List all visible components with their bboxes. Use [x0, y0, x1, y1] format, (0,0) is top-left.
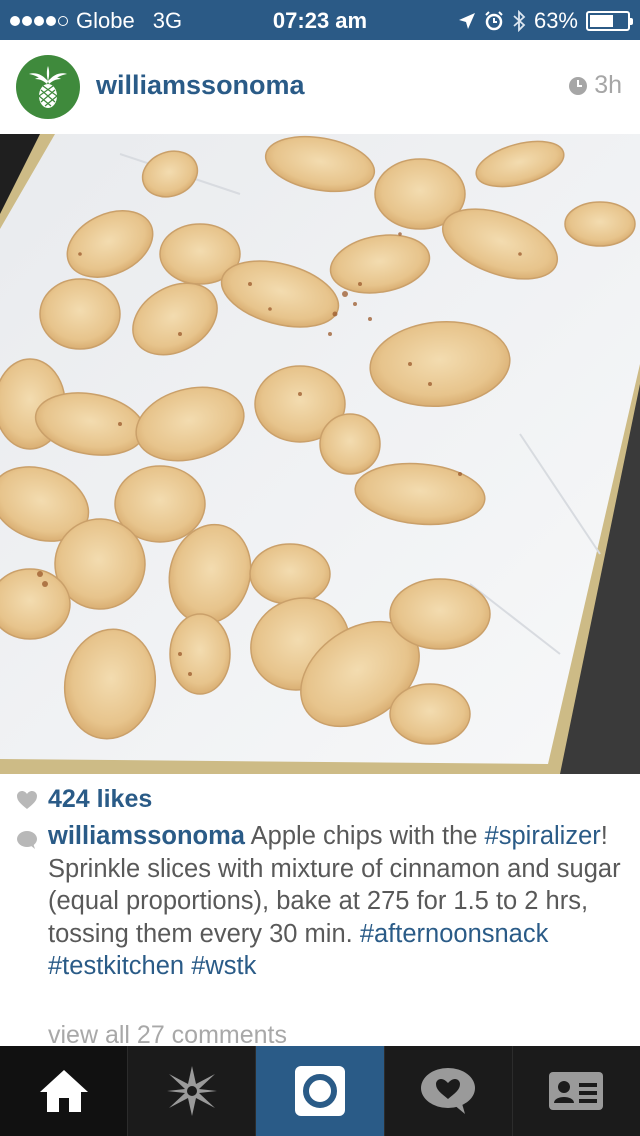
comment-bubble-icon	[17, 831, 37, 849]
tab-profile[interactable]	[513, 1046, 640, 1136]
clock-icon	[569, 76, 588, 95]
post-header: williamssonoma 3h	[0, 40, 640, 134]
time-ago-label: 3h	[594, 71, 622, 99]
profile-icon	[549, 1072, 604, 1110]
apple-chips-photo	[0, 134, 640, 774]
home-icon	[39, 1070, 88, 1112]
hashtag-testkitchen[interactable]: #testkitchen	[48, 952, 184, 980]
hashtag-spiralizer[interactable]: #spiralizer	[485, 822, 601, 850]
likes-count[interactable]: 424 likes	[48, 785, 152, 814]
caption-text-1: Apple chips with the	[244, 822, 485, 850]
likes-row[interactable]: 424 likes	[16, 785, 152, 814]
tab-activity[interactable]	[385, 1046, 513, 1136]
heart-icon	[17, 790, 37, 809]
post-username[interactable]: williamssonoma	[96, 70, 305, 101]
battery-percent: 63%	[533, 8, 578, 33]
battery-icon	[586, 11, 633, 31]
alarm-icon	[485, 11, 503, 31]
tab-camera[interactable]	[256, 1046, 385, 1136]
caption-text: williamssonoma Apple chips with the #spi…	[48, 820, 626, 983]
post-time: 3h	[568, 71, 622, 100]
hashtag-afternoonsnack[interactable]: #afternoonsnack	[360, 920, 549, 948]
pineapple-logo-icon	[29, 66, 67, 108]
tab-bar	[0, 1046, 640, 1136]
bluetooth-icon	[513, 10, 526, 32]
location-arrow-icon	[458, 13, 475, 29]
hashtag-wstk[interactable]: #wstk	[191, 952, 256, 980]
tab-home[interactable]	[0, 1046, 129, 1136]
explore-icon	[166, 1066, 217, 1116]
caption: williamssonoma Apple chips with the #spi…	[16, 820, 626, 983]
avatar[interactable]	[16, 55, 80, 119]
activity-icon	[421, 1068, 476, 1114]
caption-username[interactable]: williamssonoma	[48, 822, 245, 850]
post-photo[interactable]	[0, 134, 640, 774]
camera-icon	[295, 1066, 345, 1116]
status-right: 63%	[458, 8, 633, 34]
status-bar: Globe 3G 07:23 am 63%	[0, 0, 640, 40]
tab-explore[interactable]	[128, 1046, 257, 1136]
